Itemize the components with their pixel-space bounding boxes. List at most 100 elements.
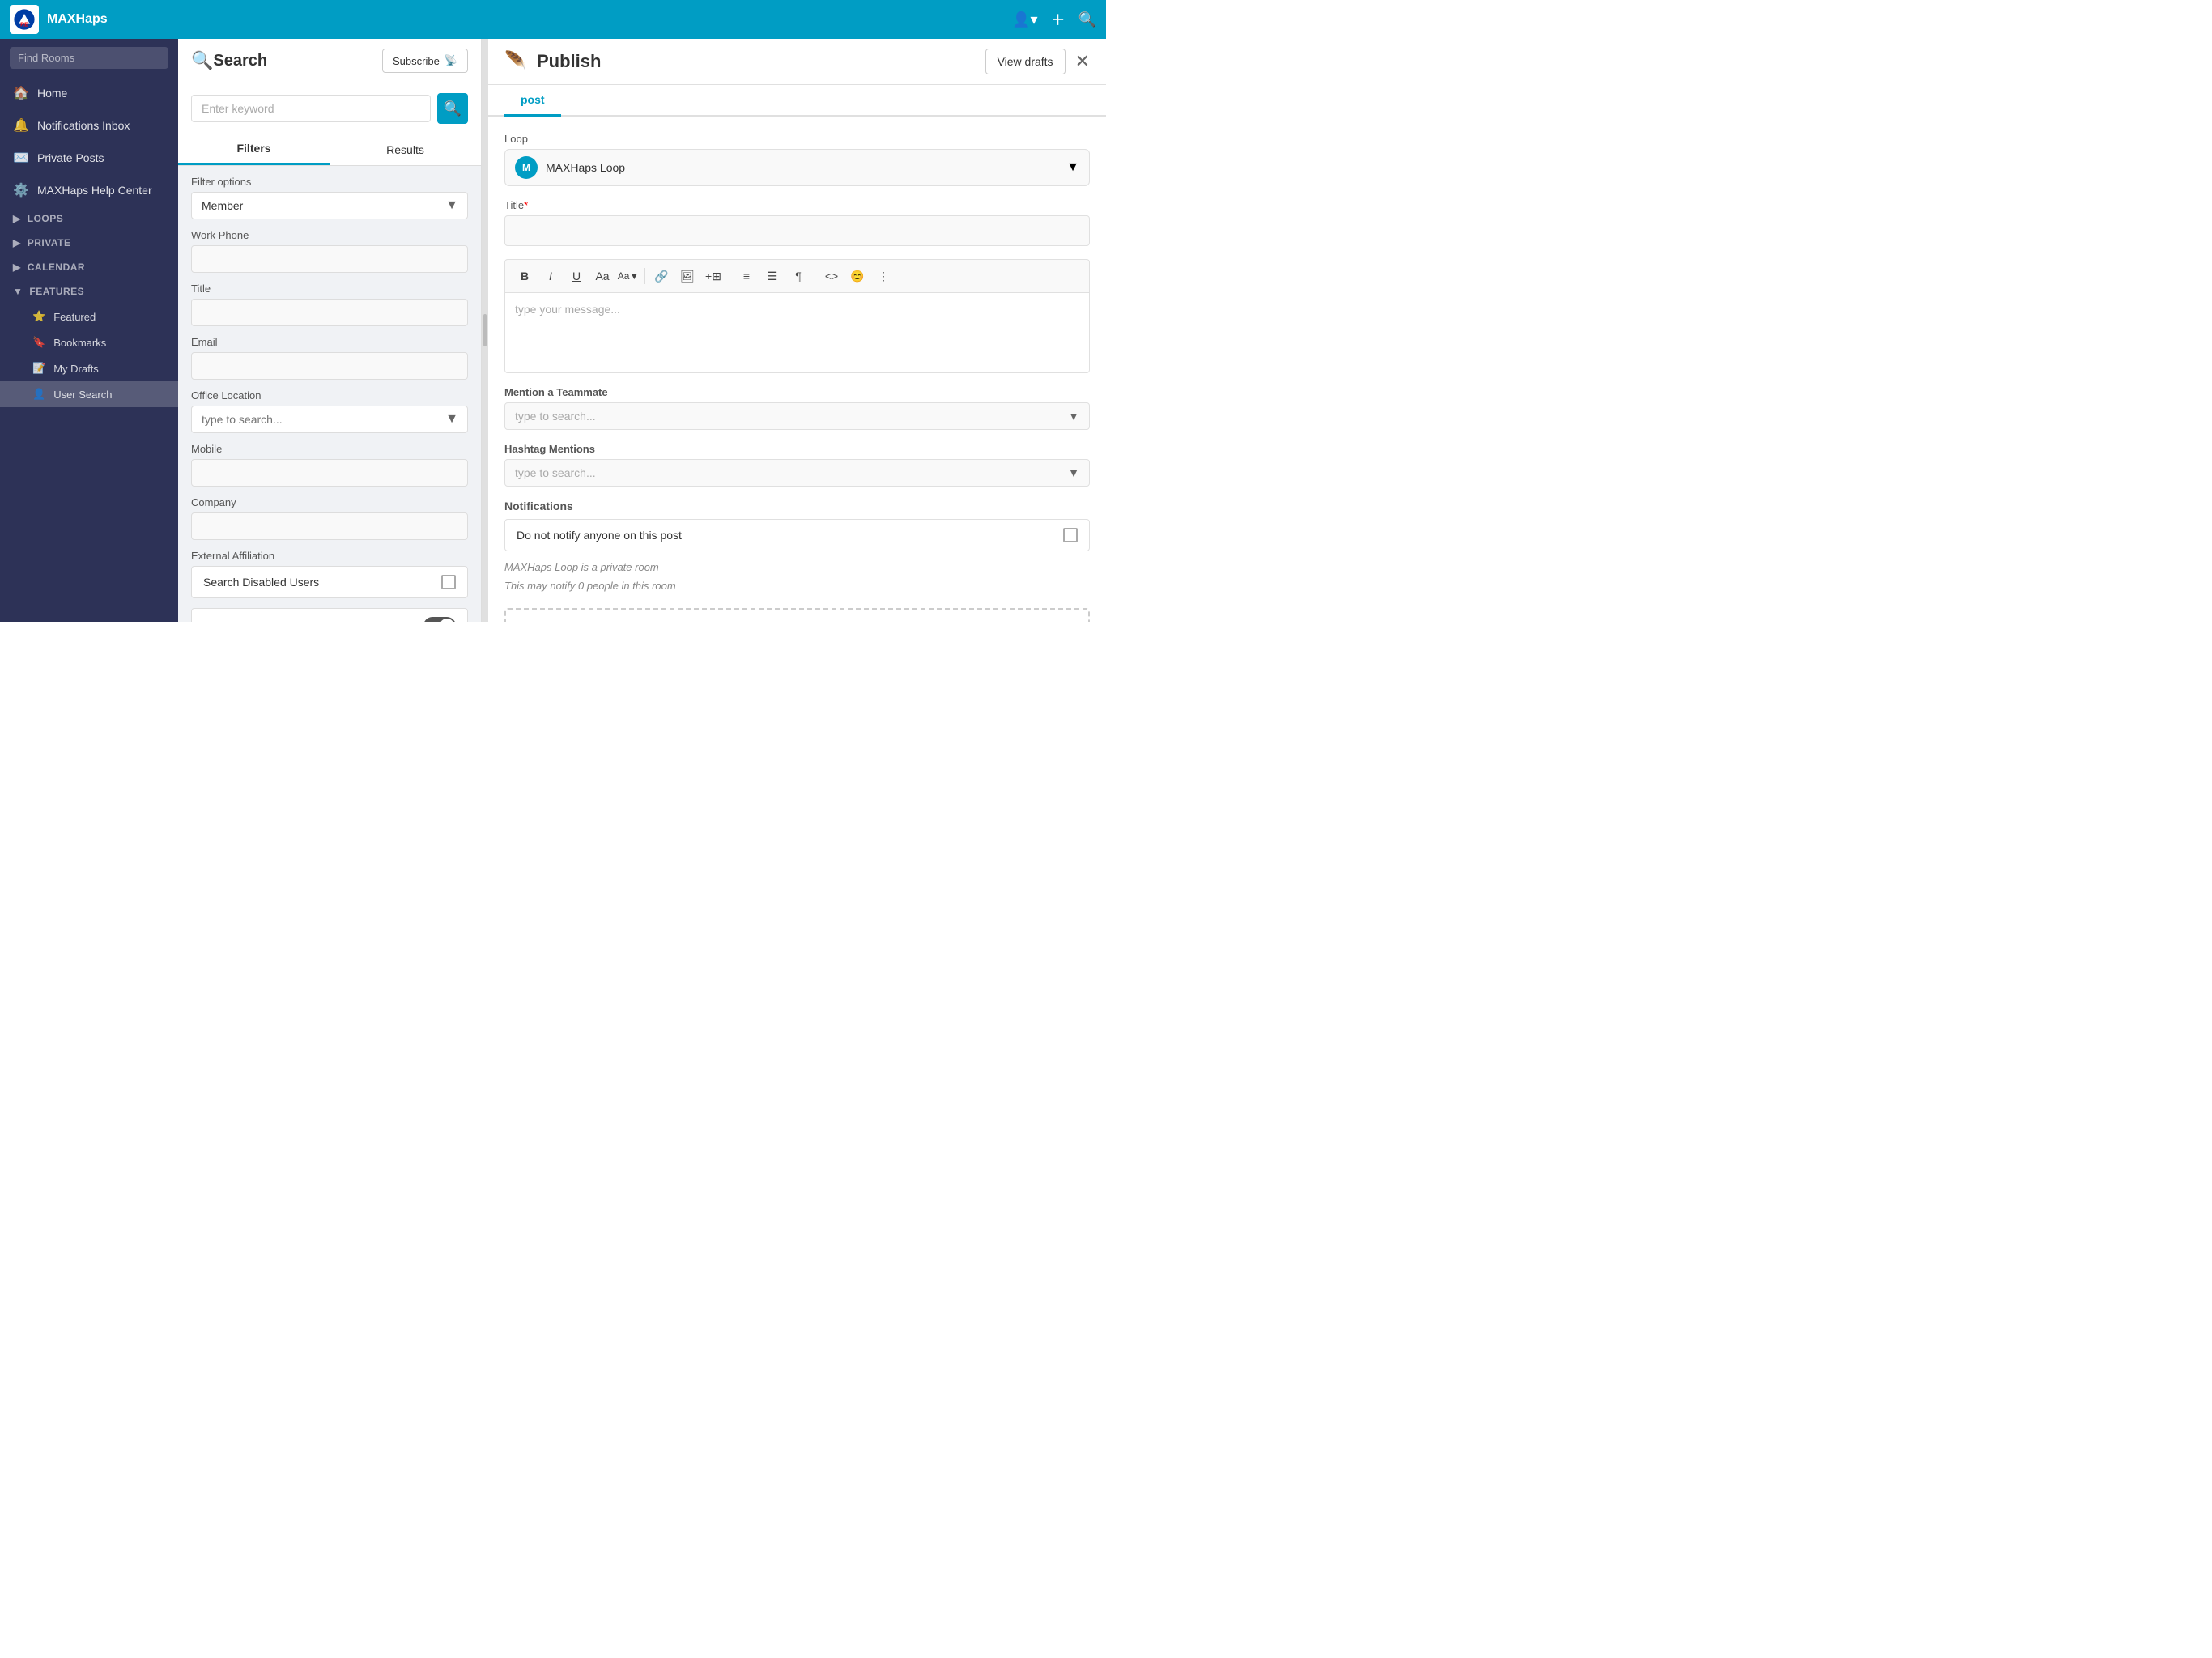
mobile-input[interactable] (191, 459, 468, 487)
search-disabled-row: Search Disabled Users (191, 566, 468, 598)
drafts-icon: 📝 (32, 362, 45, 375)
publish-tabs: post (488, 85, 1106, 117)
search-icon[interactable]: 🔍 (1078, 11, 1096, 28)
more-button[interactable]: ⋮ (872, 265, 895, 287)
additional-filter-label: Additional filter options (203, 619, 317, 622)
filter-fields: Work Phone Title Email Office Location ▼… (178, 229, 481, 622)
italic-button[interactable]: I (539, 265, 562, 287)
emoji-button[interactable]: 😊 (846, 265, 869, 287)
sidebar-section-private[interactable]: ▶ PRIVATE (0, 231, 178, 255)
filter-options-section: Filter options Member ▼ (178, 166, 481, 229)
find-rooms-input[interactable] (10, 47, 168, 69)
mention-dropdown[interactable]: type to search... ▼ (504, 402, 1090, 430)
image-button[interactable]: 🖼 (676, 265, 699, 287)
app-logo: RE (10, 5, 39, 34)
sidebar-sub-item-featured[interactable]: ⭐ Featured (0, 304, 178, 329)
search-go-icon: 🔍 (444, 100, 462, 117)
editor-section: B I U Aa Aa▼ 🔗 🖼 +⊞ ≡ ☰ ¶ <> 😊 ⋮ (504, 259, 1090, 373)
external-affiliation-label: External Affiliation (191, 550, 468, 562)
search-icon[interactable]: 🔍 (191, 50, 213, 71)
sub-item-label: Featured (53, 311, 96, 323)
star-icon: ⭐ (32, 310, 45, 323)
message-editor[interactable]: type your message... (504, 292, 1090, 373)
tab-filters[interactable]: Filters (178, 134, 330, 165)
title-group: Title (191, 283, 468, 326)
search-panel: 🔍 Search Subscribe 📡 🔍 Filters Results F… (178, 39, 482, 622)
sidebar-sub-item-my-drafts[interactable]: 📝 My Drafts (0, 355, 178, 381)
section-label: PRIVATE (28, 237, 71, 249)
chevron-down-icon: ▼ (1066, 160, 1079, 175)
sidebar-item-home[interactable]: 🏠 Home (0, 77, 178, 109)
unordered-list-button[interactable]: ☰ (761, 265, 784, 287)
loop-label: Loop (504, 133, 1090, 145)
insert-button[interactable]: +⊞ (702, 265, 725, 287)
sidebar-sub-item-bookmarks[interactable]: 🔖 Bookmarks (0, 329, 178, 355)
link-button[interactable]: 🔗 (650, 265, 673, 287)
publish-body: Loop M MAXHaps Loop ▼ Title* (488, 117, 1106, 622)
underline-button[interactable]: U (565, 265, 588, 287)
additional-filter-toggle[interactable] (423, 617, 456, 622)
title-label: Title (191, 283, 468, 295)
user-account-icon[interactable]: 👤▾ (1012, 11, 1037, 28)
sidebar-search: 🔒 (0, 39, 178, 77)
keyword-input[interactable] (191, 95, 431, 122)
sidebar-section-loops[interactable]: ▶ LOOPS (0, 206, 178, 231)
feather-icon: 🪶 (504, 50, 527, 73)
file-drop-zone[interactable]: Click to select or drop files here ⬆ (504, 608, 1090, 622)
sidebar-sub-item-user-search[interactable]: 👤 User Search (0, 381, 178, 407)
ordered-list-button[interactable]: ≡ (735, 265, 758, 287)
topbar: RE MAXHaps 👤▾ ＋ 🔍 (0, 0, 1106, 39)
title-input[interactable] (191, 299, 468, 326)
sidebar-item-label: MAXHaps Help Center (37, 184, 152, 197)
external-affiliation-group: External Affiliation Search Disabled Use… (191, 550, 468, 598)
view-drafts-button[interactable]: View drafts (985, 49, 1066, 74)
member-select-row: Member ▼ (191, 192, 468, 219)
tab-post[interactable]: post (504, 85, 561, 117)
chevron-right-icon: ▶ (13, 213, 21, 224)
company-group: Company (191, 496, 468, 540)
toggle-knob (440, 619, 454, 622)
tab-results[interactable]: Results (330, 134, 481, 165)
search-input-row: 🔍 (178, 83, 481, 134)
do-not-notify-row: Do not notify anyone on this post (504, 519, 1090, 551)
close-button[interactable]: ✕ (1075, 51, 1090, 72)
subscribe-button[interactable]: Subscribe 📡 (382, 49, 468, 73)
mobile-group: Mobile (191, 443, 468, 487)
do-not-notify-text: Do not notify anyone on this post (517, 529, 682, 542)
do-not-notify-checkbox[interactable] (1063, 528, 1078, 542)
sidebar: 🔒 🏠 Home 🔔 Notifications Inbox ✉️ Privat… (0, 39, 178, 622)
sidebar-section-features[interactable]: ▼ FEATURES (0, 279, 178, 304)
format-button[interactable]: Aa (591, 265, 614, 287)
filter-results-tabs: Filters Results (178, 134, 481, 166)
publish-panel: 🪶 Publish View drafts ✕ post Loop M MAXH… (488, 39, 1106, 622)
company-input[interactable] (191, 512, 468, 540)
office-location-input[interactable] (191, 406, 468, 433)
font-size-button[interactable]: Aa▼ (617, 265, 640, 287)
code-button[interactable]: <> (820, 265, 843, 287)
sub-item-label: User Search (53, 389, 112, 401)
sidebar-item-label: Notifications Inbox (37, 119, 130, 132)
app-title: MAXHaps (47, 12, 1012, 27)
loop-selector[interactable]: M MAXHaps Loop ▼ (504, 149, 1090, 186)
member-select[interactable]: Member (191, 192, 468, 219)
sidebar-section-calendar[interactable]: ▶ CALENDAR (0, 255, 178, 279)
section-label: FEATURES (29, 286, 84, 297)
bold-button[interactable]: B (513, 265, 536, 287)
additional-filter-row: Additional filter options (191, 608, 468, 622)
email-label: Email (191, 336, 468, 348)
email-input[interactable] (191, 352, 468, 380)
work-phone-input[interactable] (191, 245, 468, 273)
home-icon: 🏠 (13, 85, 28, 101)
search-go-button[interactable]: 🔍 (437, 93, 468, 124)
topbar-actions: 👤▾ ＋ 🔍 (1012, 9, 1096, 30)
add-icon[interactable]: ＋ (1051, 9, 1066, 30)
hashtag-dropdown[interactable]: type to search... ▼ (504, 459, 1090, 487)
sidebar-item-private-posts[interactable]: ✉️ Private Posts (0, 142, 178, 174)
paragraph-button[interactable]: ¶ (787, 265, 810, 287)
post-title-input[interactable] (504, 215, 1090, 246)
sidebar-item-help-center[interactable]: ⚙️ MAXHaps Help Center (0, 174, 178, 206)
search-disabled-checkbox[interactable] (441, 575, 456, 589)
sidebar-item-notifications[interactable]: 🔔 Notifications Inbox (0, 109, 178, 142)
gear-icon: ⚙️ (13, 182, 28, 198)
publish-header-left: 🪶 Publish (504, 50, 601, 73)
